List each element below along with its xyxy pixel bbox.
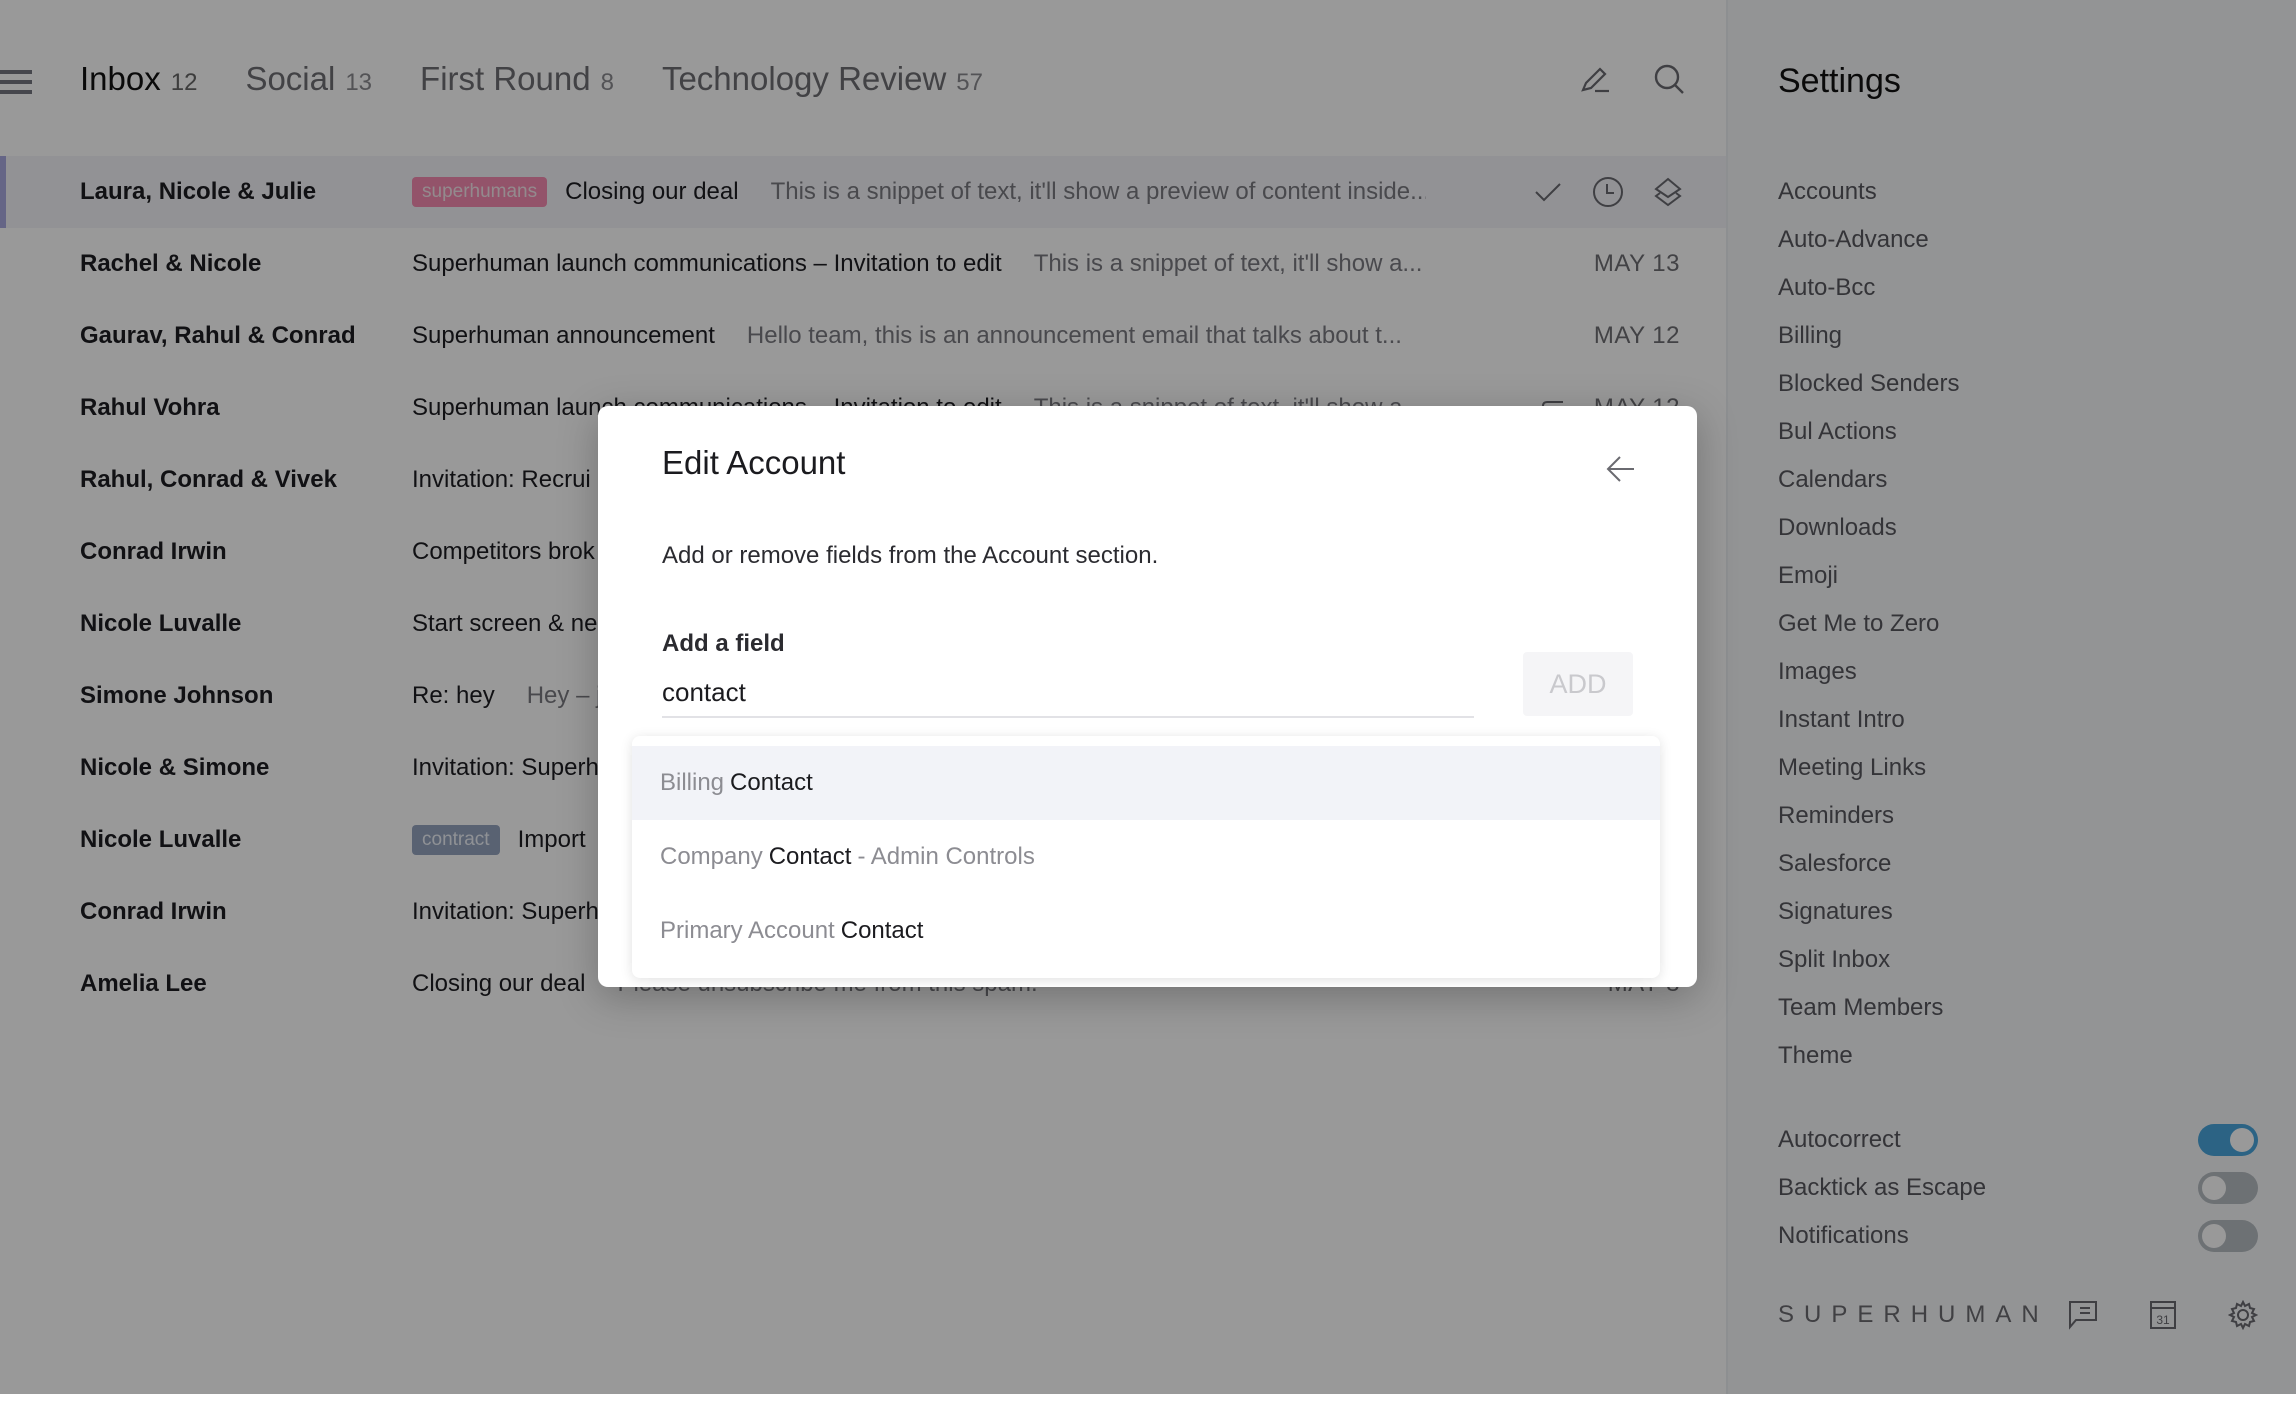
suggestion-prefix: Company bbox=[660, 843, 763, 870]
back-arrow-icon[interactable] bbox=[1604, 452, 1638, 486]
app-window: Inbox 12 Social 13 First Round 8 Technology… bbox=[0, 0, 2296, 1394]
add-button[interactable]: ADD bbox=[1523, 652, 1633, 716]
modal-description: Add or remove fields from the Account se… bbox=[662, 542, 1159, 569]
modal-title: Edit Account bbox=[662, 444, 846, 481]
suggestion-match: Contact bbox=[730, 769, 813, 796]
suggestion-match: Contact bbox=[768, 843, 852, 870]
suggestion-item[interactable]: Billing Contact bbox=[632, 746, 1660, 820]
suggestion-prefix: Billing bbox=[660, 769, 725, 796]
field-suggestions-dropdown: Billing Contact Company Contact - Admin … bbox=[632, 736, 1660, 978]
suggestion-match: Contact bbox=[840, 917, 924, 944]
suggestion-prefix: Primary Account bbox=[660, 917, 835, 944]
add-field-input[interactable] bbox=[662, 668, 1474, 718]
suggestion-item[interactable]: Primary Account Contact bbox=[632, 894, 1660, 968]
suggestion-item[interactable]: Company Contact - Admin Controls bbox=[632, 820, 1660, 894]
edit-account-modal: Edit Account Add or remove fields from t… bbox=[598, 406, 1697, 987]
suggestion-suffix: - Admin Controls bbox=[857, 843, 1035, 870]
add-field-label: Add a field bbox=[662, 630, 785, 657]
